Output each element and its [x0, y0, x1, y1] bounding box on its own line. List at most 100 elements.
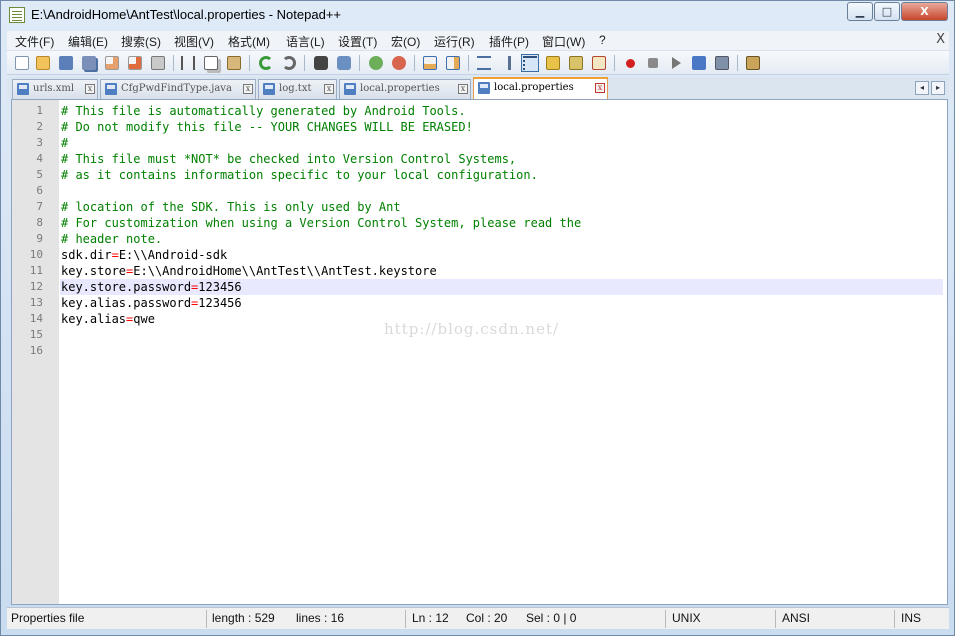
close-all-icon[interactable] — [126, 54, 144, 72]
code-line[interactable]: # as it contains information specific to… — [60, 167, 943, 183]
code-line[interactable] — [60, 183, 943, 199]
open-file-icon[interactable] — [34, 54, 52, 72]
code-line[interactable] — [60, 327, 943, 343]
code-line[interactable]: key.store=E:\\AndroidHome\\AntTest\\AntT… — [60, 263, 943, 279]
tab-close-icon[interactable]: x — [595, 83, 605, 93]
redo-icon[interactable] — [280, 54, 298, 72]
status-eol[interactable]: UNIX — [672, 611, 701, 625]
notepad-app-icon[interactable] — [9, 7, 25, 23]
tab-log-txt[interactable]: log.txt x — [258, 79, 337, 99]
property-key: key.alias.password — [61, 296, 192, 310]
sync-h-icon[interactable] — [444, 54, 462, 72]
status-ln: Ln : 12 — [412, 611, 449, 625]
status-col: Col : 20 — [466, 611, 508, 625]
property-value: 123456 — [198, 296, 242, 310]
status-file-type: Properties file — [11, 611, 85, 625]
run-macro-multiple-icon[interactable] — [690, 54, 708, 72]
udl-icon[interactable] — [544, 54, 562, 72]
line-number: 10 — [29, 248, 43, 261]
code-line[interactable]: # For customization when using a Version… — [60, 215, 943, 231]
menu-format[interactable]: 格式(M) — [228, 33, 270, 50]
doc-map-icon[interactable] — [567, 54, 585, 72]
status-encoding[interactable]: ANSI — [782, 611, 810, 625]
word-wrap-icon[interactable] — [475, 54, 493, 72]
tab-close-icon[interactable]: x — [85, 84, 95, 94]
tab-local-properties-active[interactable]: local.properties x — [473, 77, 608, 99]
copy-icon[interactable] — [202, 54, 220, 72]
code-line[interactable]: # header note. — [60, 231, 943, 247]
tab-local-properties-1[interactable]: local.properties x — [339, 79, 471, 99]
play-macro-icon[interactable] — [667, 54, 685, 72]
replace-icon[interactable] — [335, 54, 353, 72]
tab-close-icon[interactable]: x — [458, 84, 468, 94]
code-line[interactable]: # This file must *NOT* be checked into V… — [60, 151, 943, 167]
text-editor[interactable]: http://blog.csdn.net/ 1 # This file is au… — [11, 99, 948, 605]
close-window-button[interactable]: X — [901, 2, 948, 21]
line-number: 14 — [29, 312, 43, 325]
tab-scroll-right-button[interactable]: ▸ — [931, 81, 945, 95]
close-icon[interactable] — [103, 54, 121, 72]
menu-language[interactable]: 语言(L) — [286, 33, 325, 50]
tab-urls-xml[interactable]: urls.xml x — [12, 79, 98, 99]
record-macro-icon[interactable] — [621, 54, 639, 72]
line-number: 1 — [36, 104, 43, 117]
property-value: E:\\Android-sdk — [118, 248, 228, 262]
show-all-chars-icon[interactable] — [498, 54, 516, 72]
tab-label: urls.xml — [33, 83, 75, 94]
code-line[interactable]: # — [60, 135, 943, 151]
line-number: 2 — [36, 120, 43, 133]
menu-search[interactable]: 搜索(S) — [121, 33, 161, 50]
line-number: 13 — [29, 296, 43, 309]
menu-macro[interactable]: 宏(O) — [391, 33, 420, 50]
code-line[interactable]: key.alias.password=123456 — [60, 295, 943, 311]
save-macro-icon[interactable] — [713, 54, 731, 72]
maximize-button[interactable]: □ — [874, 2, 900, 21]
save-icon[interactable] — [57, 54, 75, 72]
tab-close-icon[interactable]: x — [324, 84, 334, 94]
line-number: 3 — [36, 136, 43, 149]
indent-guide-icon[interactable] — [521, 54, 539, 72]
code-line[interactable]: # This file is automatically generated b… — [60, 103, 943, 119]
title-bar[interactable]: E:\AndroidHome\AntTest\local.properties … — [1, 1, 954, 29]
tab-cfgpwdfindtype-java[interactable]: CfgPwdFindType.java x — [100, 79, 256, 99]
tab-close-icon[interactable]: x — [243, 84, 253, 94]
saved-file-icon — [17, 83, 29, 95]
close-document-button[interactable]: X — [936, 32, 945, 47]
code-line[interactable]: key.store.password=123456 — [60, 279, 943, 295]
function-list-icon[interactable] — [590, 54, 608, 72]
line-number: 11 — [29, 264, 43, 277]
stop-macro-icon[interactable] — [644, 54, 662, 72]
menu-edit[interactable]: 编辑(E) — [68, 33, 108, 50]
menu-help[interactable]: ? — [599, 33, 606, 47]
zoom-out-icon[interactable] — [390, 54, 408, 72]
paste-icon[interactable] — [225, 54, 243, 72]
save-all-icon[interactable] — [80, 54, 98, 72]
menu-view[interactable]: 视图(V) — [174, 33, 214, 50]
new-file-icon[interactable] — [13, 54, 31, 72]
code-line[interactable] — [60, 343, 943, 359]
window-title: E:\AndroidHome\AntTest\local.properties … — [31, 7, 342, 22]
property-value: 123456 — [198, 280, 242, 294]
menu-file[interactable]: 文件(F) — [15, 33, 54, 50]
menu-plugins[interactable]: 插件(P) — [489, 33, 529, 50]
menu-window[interactable]: 窗口(W) — [542, 33, 585, 50]
sync-v-icon[interactable] — [421, 54, 439, 72]
code-line[interactable]: sdk.dir=E:\\Android-sdk — [60, 247, 943, 263]
tab-label: log.txt — [279, 83, 312, 94]
undo-icon[interactable] — [257, 54, 275, 72]
menu-settings[interactable]: 设置(T) — [338, 33, 377, 50]
minimize-button[interactable]: ▁ — [847, 2, 873, 21]
cut-icon[interactable] — [179, 54, 197, 72]
tab-scroll-left-button[interactable]: ◂ — [915, 81, 929, 95]
tab-label: local.properties — [494, 82, 574, 93]
zoom-in-icon[interactable] — [367, 54, 385, 72]
spell-check-icon[interactable] — [744, 54, 762, 72]
code-line[interactable]: # Do not modify this file -- YOUR CHANGE… — [60, 119, 943, 135]
print-icon[interactable] — [149, 54, 167, 72]
menu-run[interactable]: 运行(R) — [434, 33, 475, 50]
find-icon[interactable] — [312, 54, 330, 72]
property-value: qwe — [133, 312, 155, 326]
line-number: 4 — [36, 152, 43, 165]
code-line[interactable]: key.alias=qwe — [60, 311, 943, 327]
code-line[interactable]: # location of the SDK. This is only used… — [60, 199, 943, 215]
